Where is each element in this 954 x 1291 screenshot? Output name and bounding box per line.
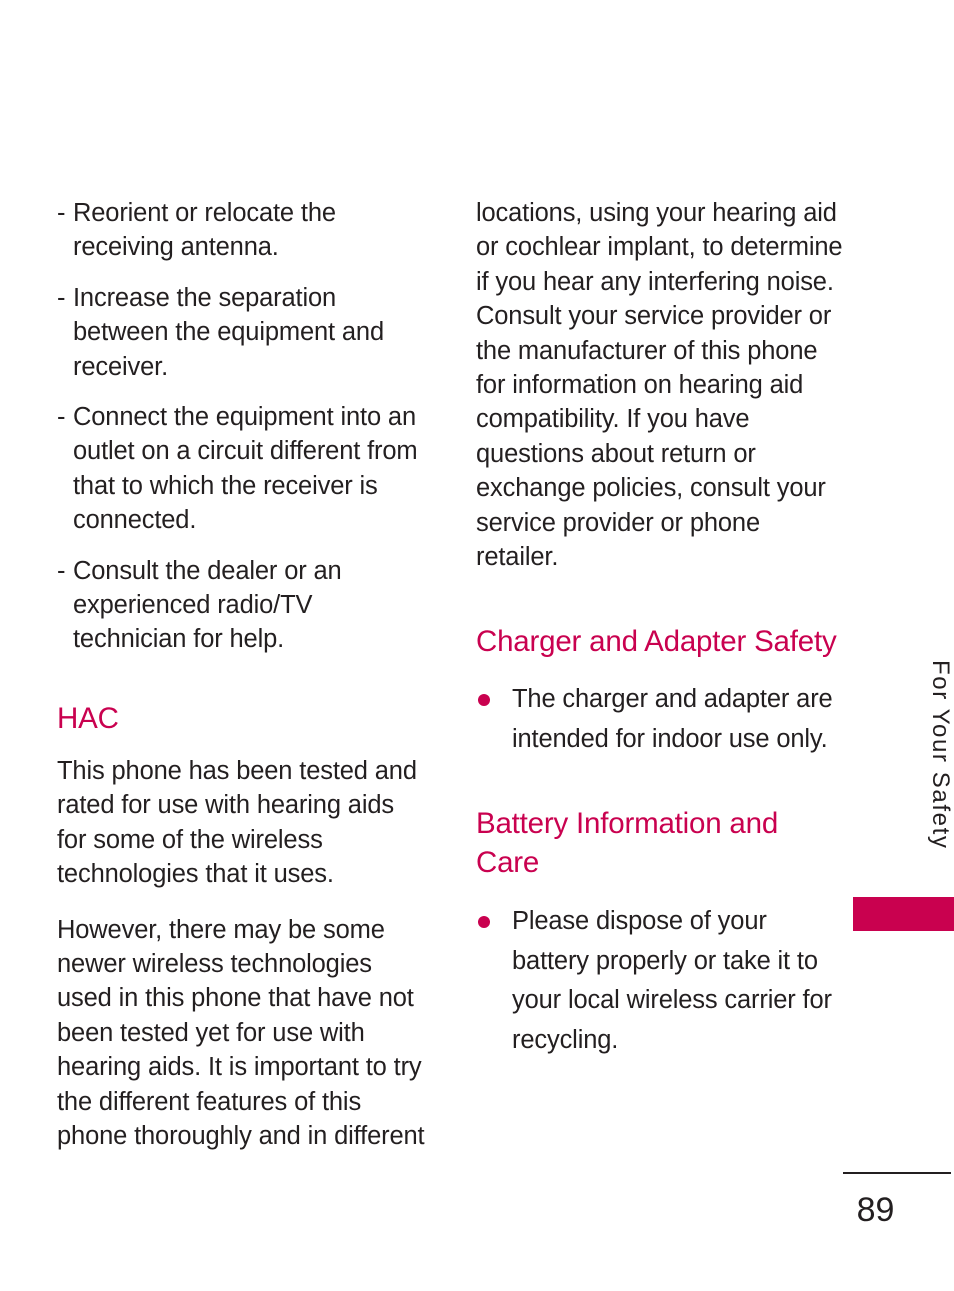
list-item: Please dispose of your battery properly … xyxy=(476,902,848,1060)
battery-care-list: Please dispose of your battery properly … xyxy=(476,902,848,1060)
section-heading-battery-information-and-care: Battery Information and Care xyxy=(476,807,779,880)
hac-paragraph-1: This phone has been tested and rated for… xyxy=(57,756,417,889)
right-column: locations, using your hearing aid or coc… xyxy=(476,196,848,1060)
hac-paragraph-continued: locations, using your hearing aid or coc… xyxy=(476,199,843,572)
footer-divider xyxy=(843,1172,951,1174)
section-heading-hac: HAC xyxy=(57,701,119,735)
list-item-text: The charger and adapter are intended for… xyxy=(512,685,833,753)
hac-paragraph-2: However, there may be some newer wireles… xyxy=(57,915,425,1150)
page-number: 89 xyxy=(856,1191,895,1229)
list-item-text: Connect the equipment into an outlet on … xyxy=(73,403,418,535)
list-item: - Reorient or relocate the receiving ant… xyxy=(57,196,427,265)
interference-remedy-list: - Reorient or relocate the receiving ant… xyxy=(57,196,427,657)
list-item: - Connect the equipment into an outlet o… xyxy=(57,400,427,538)
page-canvas: - Reorient or relocate the receiving ant… xyxy=(0,0,954,1291)
bullet-dot-icon xyxy=(478,694,490,707)
charger-safety-list: The charger and adapter are intended for… xyxy=(476,680,848,759)
list-item: The charger and adapter are intended for… xyxy=(476,680,848,759)
list-item-text: Increase the separation between the equi… xyxy=(73,283,384,381)
running-head-vertical: For Your Safety xyxy=(927,660,954,850)
list-item-text: Reorient or relocate the receiving anten… xyxy=(73,199,336,262)
section-heading-charger-adapter-safety: Charger and Adapter Safety xyxy=(476,625,837,659)
dash-marker-icon: - xyxy=(57,199,66,227)
bullet-dot-icon xyxy=(478,916,490,929)
dash-marker-icon: - xyxy=(57,283,66,312)
dash-marker-icon: - xyxy=(57,403,66,432)
list-item: - Consult the dealer or an experienced r… xyxy=(57,554,427,657)
list-item: - Increase the separation between the eq… xyxy=(57,281,427,384)
left-column: - Reorient or relocate the receiving ant… xyxy=(57,196,427,1153)
section-thumb-tab xyxy=(853,897,954,931)
dash-marker-icon: - xyxy=(57,556,66,585)
side-rail: For Your Safety xyxy=(853,0,954,1291)
list-item-text: Consult the dealer or an experienced rad… xyxy=(73,556,342,654)
list-item-text: Please dispose of your battery properly … xyxy=(512,907,832,1054)
